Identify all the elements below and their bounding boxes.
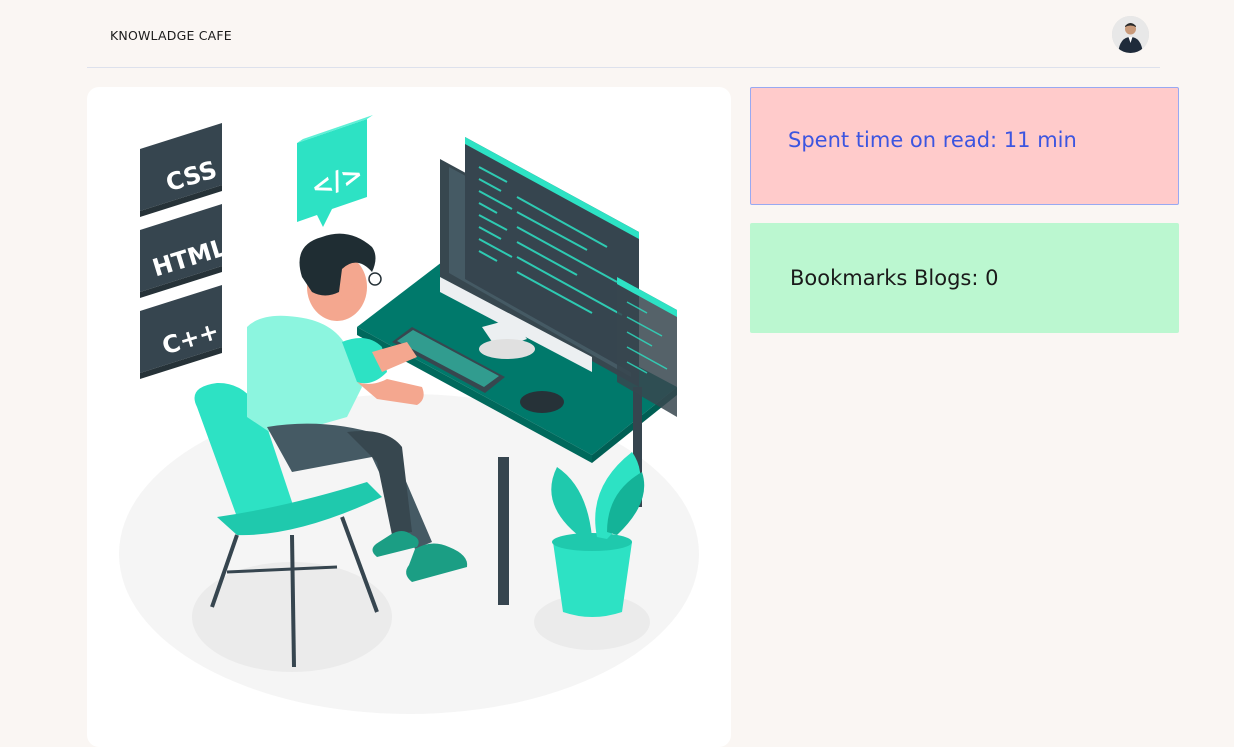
site-brand[interactable]: KNOWLADGE CAFE	[110, 28, 232, 43]
css-badge-icon: CSS	[140, 123, 222, 217]
hero-illustration-card: CSS HTML C++ </>	[87, 87, 731, 747]
top-navbar: KNOWLADGE CAFE	[87, 0, 1160, 68]
cpp-badge-icon: C++	[140, 285, 222, 379]
code-bubble-icon: </>	[297, 115, 373, 227]
bookmarks-card: Bookmarks Blogs: 0	[750, 223, 1179, 333]
spent-time-card: Spent time on read: 11 min	[750, 87, 1179, 205]
bookmarks-count-text: Bookmarks Blogs: 0	[790, 266, 999, 290]
developer-illustration: CSS HTML C++ </>	[119, 115, 699, 714]
spent-time-text: Spent time on read: 11 min	[788, 128, 1077, 152]
user-avatar-icon	[1112, 16, 1149, 53]
user-avatar[interactable]	[1112, 16, 1149, 53]
html-badge-icon: HTML	[140, 204, 230, 298]
